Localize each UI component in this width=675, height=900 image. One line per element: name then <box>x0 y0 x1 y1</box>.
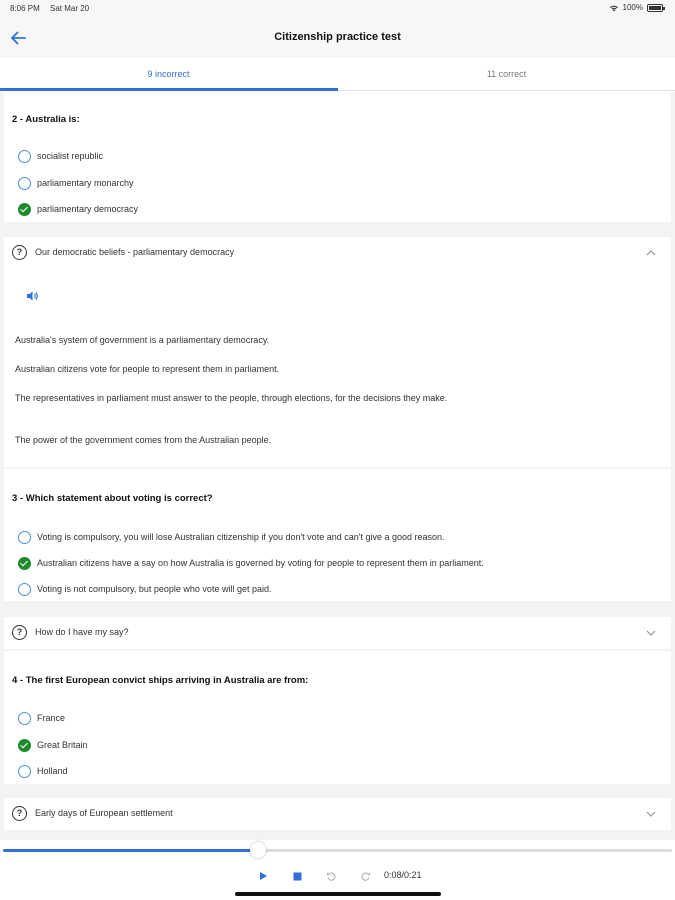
page-title: Citizenship practice test <box>274 31 401 43</box>
nav-bar: Citizenship practice test <box>0 18 675 58</box>
stop-button[interactable] <box>289 868 305 884</box>
question-card: 4 - The first European convict ships arr… <box>4 651 671 784</box>
question-card: 2 - Australia is: socialist republic par… <box>4 92 671 222</box>
radio-unchecked-icon <box>18 530 31 544</box>
explanation-panel: Australia's system of government is a pa… <box>4 269 671 467</box>
seek-thumb[interactable] <box>250 842 266 858</box>
radio-unchecked-icon <box>18 711 31 725</box>
answer-label: Voting is not compulsory, but people who… <box>37 584 272 594</box>
answer-option[interactable]: Great Britain <box>18 737 88 753</box>
answer-label: Australian citizens have a say on how Au… <box>37 558 484 568</box>
topic-label: How do I have my say? <box>35 627 129 637</box>
question-title: 4 - The first European convict ships arr… <box>12 675 309 686</box>
question-title: 2 - Australia is: <box>12 114 80 125</box>
answer-option[interactable]: socialist republic <box>18 148 103 164</box>
status-bar: 8:06 PM Sat Mar 20 100% <box>0 0 675 18</box>
answer-label: Great Britain <box>37 740 88 750</box>
question-circle-icon: ? <box>12 245 27 260</box>
explanation-text: The power of the government comes from t… <box>15 435 272 445</box>
rewind-icon <box>326 872 336 881</box>
topic-label: Our democratic beliefs - parliamentary d… <box>35 247 235 257</box>
home-indicator <box>235 892 441 896</box>
wifi-icon <box>609 5 618 11</box>
explanation-text: The representatives in parliament must a… <box>15 393 448 403</box>
forward-icon <box>360 872 370 881</box>
battery-percent: 100% <box>622 3 643 12</box>
tab-incorrect[interactable]: 9 incorrect <box>0 58 337 91</box>
answer-option[interactable]: Voting is compulsory, you will lose Aust… <box>18 529 445 545</box>
check-circle-icon <box>18 556 31 570</box>
explanation-text: Australian citizens vote for people to r… <box>15 364 280 374</box>
results-list[interactable]: 2 - Australia is: socialist republic par… <box>0 92 675 840</box>
forward-button[interactable] <box>357 868 373 884</box>
answer-option[interactable]: Voting is not compulsory, but people who… <box>18 581 271 597</box>
radio-unchecked-icon <box>18 582 31 596</box>
audio-player: 0:08/0:21 <box>0 840 675 900</box>
play-button[interactable] <box>255 868 271 884</box>
status-right: 100% <box>609 3 665 12</box>
status-date: Sat Mar 20 <box>50 4 90 13</box>
answer-option[interactable]: parliamentary monarchy <box>18 175 134 191</box>
tab-indicator <box>0 88 338 91</box>
chevron-up-icon <box>646 250 656 256</box>
question-card: 3 - Which statement about voting is corr… <box>4 469 671 601</box>
check-circle-icon <box>18 202 31 216</box>
answer-option[interactable]: France <box>18 710 65 726</box>
chevron-down-icon <box>646 811 656 817</box>
answer-option[interactable]: Australian citizens have a say on how Au… <box>18 555 484 571</box>
answer-label: France <box>37 713 66 723</box>
speaker-icon[interactable] <box>26 289 40 303</box>
question-circle-icon: ? <box>12 625 27 640</box>
tab-bar: 9 incorrect 11 correct <box>0 58 675 91</box>
radio-unchecked-icon <box>18 149 31 163</box>
answer-label: parliamentary democracy <box>37 204 139 214</box>
check-circle-icon <box>18 738 31 752</box>
tab-correct[interactable]: 11 correct <box>338 58 675 91</box>
topic-toggle[interactable]: ? Our democratic beliefs - parliamentary… <box>4 237 671 269</box>
radio-unchecked-icon <box>18 176 31 190</box>
answer-option[interactable]: parliamentary democracy <box>18 201 138 217</box>
status-time: 8:06 PM <box>10 4 40 13</box>
battery-icon <box>647 3 665 12</box>
question-title: 3 - Which statement about voting is corr… <box>12 493 213 504</box>
topic-toggle[interactable]: ? Early days of European settlement <box>4 798 671 830</box>
stop-icon <box>293 872 301 880</box>
answer-label: socialist republic <box>37 151 104 161</box>
answer-label: Voting is compulsory, you will lose Aust… <box>37 532 445 542</box>
play-icon <box>260 872 267 880</box>
chevron-down-icon <box>646 630 656 636</box>
answer-label: Holland <box>37 766 68 776</box>
radio-unchecked-icon <box>18 764 31 778</box>
topic-toggle[interactable]: ? How do I have my say? <box>4 617 671 649</box>
time-readout: 0:08/0:21 <box>384 870 422 880</box>
seek-progress <box>3 849 258 852</box>
explanation-text: Australia's system of government is a pa… <box>15 335 270 345</box>
rewind-button[interactable] <box>323 868 339 884</box>
answer-label: parliamentary monarchy <box>37 178 134 188</box>
topic-label: Early days of European settlement <box>35 808 173 818</box>
question-circle-icon: ? <box>12 806 27 821</box>
answer-option[interactable]: Holland <box>18 763 68 779</box>
